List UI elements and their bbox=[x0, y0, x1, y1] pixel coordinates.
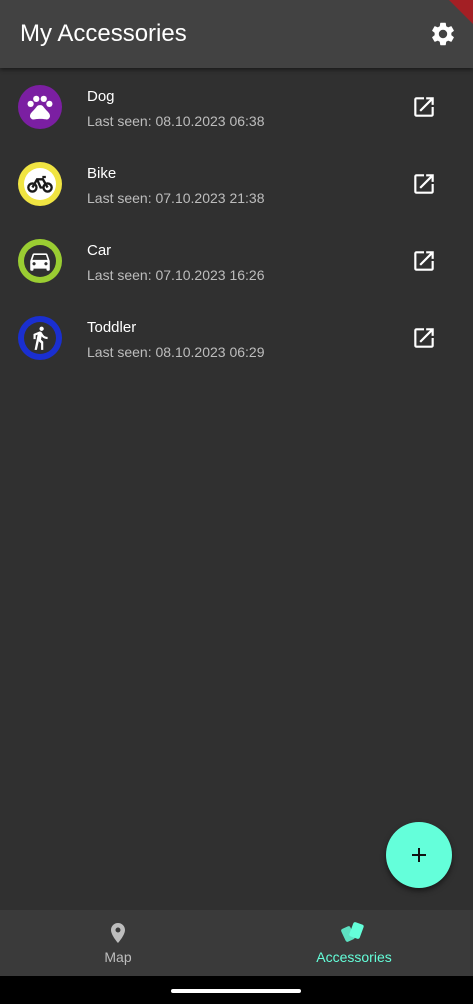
page-title: My Accessories bbox=[20, 20, 187, 47]
accessory-name: Toddler bbox=[87, 319, 137, 336]
add-accessory-button[interactable] bbox=[386, 822, 452, 888]
last-seen-text: Last seen: 07.10.2023 21:38 bbox=[87, 190, 265, 206]
nav-item-map[interactable]: Map bbox=[0, 910, 236, 976]
walking-person-icon bbox=[33, 326, 48, 350]
accessory-avatar bbox=[18, 162, 62, 206]
app-bar: My Accessories bbox=[0, 0, 473, 68]
accessory-avatar bbox=[18, 85, 62, 129]
accessory-item-toddler[interactable]: Toddler Last seen: 08.10.2023 06:29 bbox=[0, 299, 473, 376]
nav-label-accessories: Accessories bbox=[316, 949, 392, 965]
open-in-new-button[interactable] bbox=[411, 248, 437, 274]
nav-label-map: Map bbox=[104, 949, 132, 965]
bike-icon bbox=[27, 175, 53, 193]
plus-icon bbox=[412, 848, 426, 862]
gear-icon bbox=[432, 22, 454, 46]
accessory-item-dog[interactable]: Dog Last seen: 08.10.2023 06:38 bbox=[0, 68, 473, 145]
bottom-navigation: Map Accessories bbox=[0, 910, 473, 976]
accessory-avatar bbox=[18, 239, 62, 283]
open-in-new-icon bbox=[414, 97, 434, 117]
home-indicator[interactable] bbox=[171, 989, 301, 993]
accessory-list: Dog Last seen: 08.10.2023 06:38 Bike Las… bbox=[0, 68, 473, 376]
car-icon bbox=[30, 253, 50, 271]
tag-icon bbox=[341, 922, 364, 942]
nav-item-accessories[interactable]: Accessories bbox=[236, 910, 472, 976]
accessory-avatar bbox=[18, 316, 62, 360]
accessory-name: Dog bbox=[87, 88, 115, 105]
paw-icon bbox=[27, 95, 53, 120]
open-in-new-icon bbox=[414, 251, 434, 271]
accessory-name: Car bbox=[87, 242, 112, 259]
system-navigation-bar bbox=[0, 976, 473, 1004]
settings-button[interactable] bbox=[429, 20, 457, 48]
accessory-item-car[interactable]: Car Last seen: 07.10.2023 16:26 bbox=[0, 222, 473, 299]
last-seen-text: Last seen: 08.10.2023 06:38 bbox=[87, 113, 265, 129]
open-in-new-button[interactable] bbox=[411, 325, 437, 351]
open-in-new-button[interactable] bbox=[411, 94, 437, 120]
accessory-item-bike[interactable]: Bike Last seen: 07.10.2023 21:38 bbox=[0, 145, 473, 222]
open-in-new-button[interactable] bbox=[411, 171, 437, 197]
accessory-name: Bike bbox=[87, 165, 117, 182]
map-pin-icon bbox=[111, 923, 125, 943]
open-in-new-icon bbox=[414, 174, 434, 194]
debug-banner bbox=[449, 0, 473, 24]
last-seen-text: Last seen: 08.10.2023 06:29 bbox=[87, 344, 265, 360]
open-in-new-icon bbox=[414, 328, 434, 348]
last-seen-text: Last seen: 07.10.2023 16:26 bbox=[87, 267, 265, 283]
